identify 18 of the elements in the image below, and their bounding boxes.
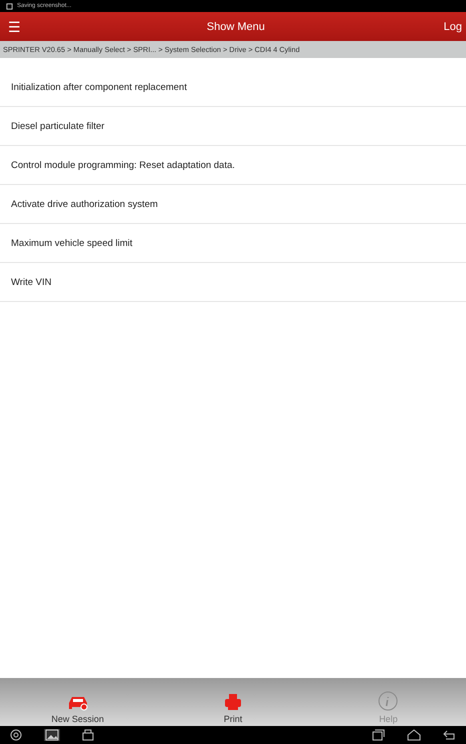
car-icon bbox=[68, 694, 88, 711]
print-button[interactable]: Print bbox=[155, 678, 311, 726]
function-item[interactable]: Diesel particulate filter bbox=[0, 107, 466, 146]
home-icon[interactable] bbox=[406, 729, 422, 741]
recent-apps-icon[interactable] bbox=[370, 729, 386, 741]
menu-icon[interactable]: ☰ bbox=[8, 18, 28, 34]
header-title[interactable]: Show Menu bbox=[28, 20, 444, 32]
new-session-button[interactable]: New Session bbox=[0, 678, 156, 726]
function-item[interactable]: Write VIN bbox=[0, 263, 466, 302]
function-item[interactable]: Initialization after component replacement bbox=[0, 68, 466, 107]
gallery-icon[interactable] bbox=[44, 729, 60, 741]
function-item[interactable]: Activate drive authorization system bbox=[0, 185, 466, 224]
screenshot-icon bbox=[6, 2, 13, 10]
info-icon bbox=[378, 691, 398, 711]
login-link[interactable]: Log bbox=[444, 20, 466, 32]
function-item[interactable]: Maximum vehicle speed limit bbox=[0, 224, 466, 263]
function-item[interactable]: Control module programming: Reset adaptation data. bbox=[0, 146, 466, 185]
browser-icon[interactable] bbox=[8, 729, 24, 741]
